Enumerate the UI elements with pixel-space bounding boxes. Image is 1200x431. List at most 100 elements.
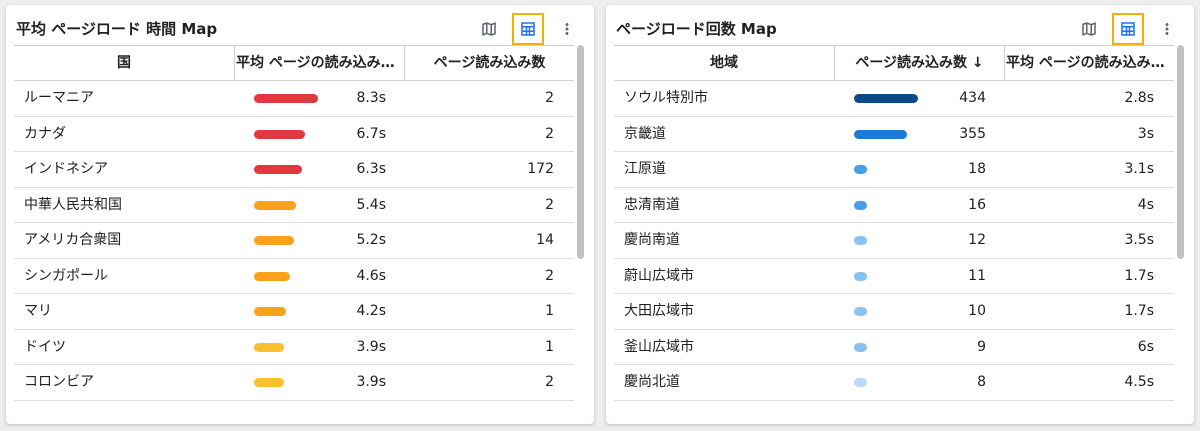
table-row[interactable]: ルーマニア 8.3s 2 (14, 81, 574, 117)
other-column-value: 4s (1137, 196, 1154, 213)
bar-column-value: 10 (968, 303, 986, 319)
value-bar (254, 378, 284, 387)
other-column-value: 1 (545, 303, 554, 319)
value-bar (854, 200, 867, 210)
other-column-value: 2.8s (1124, 90, 1154, 106)
column-header-avg-load-time[interactable]: 平均 ページの読み込み時間 (236, 46, 403, 80)
column-header-country[interactable]: 国 (14, 46, 234, 80)
other-column-value: 2 (545, 374, 554, 390)
table-row[interactable]: シンガポール 4.6s 2 (14, 259, 574, 294)
bar-column-value: 6.3s (356, 161, 386, 177)
scrollbar-thumb[interactable] (1177, 45, 1184, 259)
other-column-value: 3s (1137, 125, 1154, 142)
row-name: コロンビア (24, 374, 94, 390)
map-view-button[interactable] (1073, 13, 1105, 45)
other-column-value: 2 (545, 196, 554, 213)
row-name: ドイツ (24, 338, 66, 355)
table-row[interactable]: ドイツ 3.9s 1 (14, 330, 574, 365)
table-row[interactable]: インドネシア 6.3s 172 (14, 152, 574, 188)
bar-column-value: 8.3s (356, 90, 386, 106)
value-bar (854, 378, 867, 387)
table-row[interactable]: 蔚山広域市 11 1.7s (614, 259, 1174, 294)
map-icon (482, 22, 496, 36)
scrollbar-thumb[interactable] (577, 45, 584, 259)
table-row[interactable]: コロンビア 3.9s 2 (14, 365, 574, 401)
other-column-value: 2 (545, 125, 554, 142)
table-row[interactable]: 慶尚北道 8 4.5s (614, 365, 1174, 401)
value-bar (254, 165, 302, 174)
row-name: 慶尚北道 (624, 374, 680, 390)
value-bar (254, 200, 296, 210)
table-row[interactable]: 中華人民共和国 5.4s 2 (14, 188, 574, 223)
other-column-value: 172 (527, 161, 554, 177)
widget-title: 平均 ページロード 時間 Map (16, 20, 218, 38)
more-options-button[interactable] (1151, 13, 1183, 45)
column-header-region[interactable]: 地域 (614, 46, 834, 80)
row-name: インドネシア (24, 161, 108, 177)
value-bar (854, 307, 867, 316)
value-bar (254, 129, 305, 139)
table-icon (1121, 22, 1135, 36)
other-column-value: 2 (545, 90, 554, 106)
table-view-button[interactable] (512, 13, 544, 45)
table-header: 地域 ページ読み込み数 ↓ 平均 ページの読み込み時間 (614, 45, 1174, 81)
table-icon (521, 22, 535, 36)
row-name: 慶尚南道 (624, 232, 680, 248)
table-row[interactable]: 江原道 18 3.1s (614, 152, 1174, 188)
other-column-value: 6s (1137, 338, 1154, 355)
row-name: 中華人民共和国 (24, 196, 122, 213)
row-name: 京畿道 (624, 125, 666, 142)
table-row[interactable]: 慶尚南道 12 3.5s (614, 223, 1174, 259)
other-column-value: 1 (545, 338, 554, 355)
bar-column-value: 5.2s (356, 232, 386, 248)
value-bar (854, 94, 918, 103)
column-header-page-load-count[interactable]: ページ読み込み数 (405, 46, 574, 80)
table-row[interactable]: マリ 4.2s 1 (14, 294, 574, 330)
row-name: 大田広域市 (624, 303, 694, 319)
table-view-button[interactable] (1112, 13, 1144, 45)
scrollbar[interactable] (574, 45, 586, 424)
bar-column-value: 434 (959, 90, 986, 106)
row-name: 釜山広域市 (624, 338, 694, 355)
column-header-avg-load-time[interactable]: 平均 ページの読み込み時間 (1006, 46, 1172, 80)
table-row[interactable]: 大田広域市 10 1.7s (614, 294, 1174, 330)
table-row[interactable]: 忠清南道 16 4s (614, 188, 1174, 223)
more-options-button[interactable] (551, 13, 583, 45)
map-view-button[interactable] (473, 13, 505, 45)
value-bar (254, 236, 294, 245)
row-name: 忠清南道 (624, 196, 680, 213)
value-bar (254, 94, 318, 103)
other-column-value: 1.7s (1124, 303, 1154, 319)
value-bar (854, 165, 867, 174)
table-row[interactable]: ソウル特別市 434 2.8s (614, 81, 1174, 117)
country-table: 国 平均 ページの読み込み時間 ページ読み込み数 ルーマニア 8.3s 2 カナダ 6.… (14, 45, 574, 424)
other-column-value: 2 (545, 267, 554, 284)
map-icon (1082, 22, 1096, 36)
bar-column-value: 5.4s (356, 196, 386, 213)
table-row[interactable]: カナダ 6.7s 2 (14, 117, 574, 152)
table-row-partial (614, 401, 1174, 425)
value-bar (854, 129, 907, 139)
column-divider (1004, 46, 1005, 80)
table-row[interactable]: アメリカ合衆国 5.2s 14 (14, 223, 574, 259)
table-body: ルーマニア 8.3s 2 カナダ 6.7s 2 インドネシア 6.3s 172 中華人民共和国 5.… (14, 81, 574, 424)
widget-title: ページロード回数 Map (616, 20, 777, 38)
value-bar (254, 271, 290, 281)
table-header: 国 平均 ページの読み込み時間 ページ読み込み数 (14, 45, 574, 81)
column-divider (234, 46, 235, 80)
table-row[interactable]: 京畿道 355 3s (614, 117, 1174, 152)
other-column-value: 14 (536, 232, 554, 248)
scrollbar[interactable] (1174, 45, 1186, 424)
column-header-page-load-count-sorted[interactable]: ページ読み込み数 ↓ (836, 46, 1003, 80)
value-bar (854, 342, 867, 352)
value-bar (254, 342, 284, 352)
other-column-value: 3.1s (1124, 161, 1154, 177)
row-name: 蔚山広域市 (624, 267, 694, 284)
row-name: ソウル特別市 (624, 90, 708, 106)
other-column-value: 1.7s (1124, 267, 1154, 284)
table-row[interactable]: 釜山広域市 9 6s (614, 330, 1174, 365)
bar-column-value: 16 (968, 196, 986, 213)
bar-column-value: 355 (959, 125, 986, 142)
row-name: シンガポール (24, 267, 108, 284)
row-name: マリ (24, 303, 52, 319)
